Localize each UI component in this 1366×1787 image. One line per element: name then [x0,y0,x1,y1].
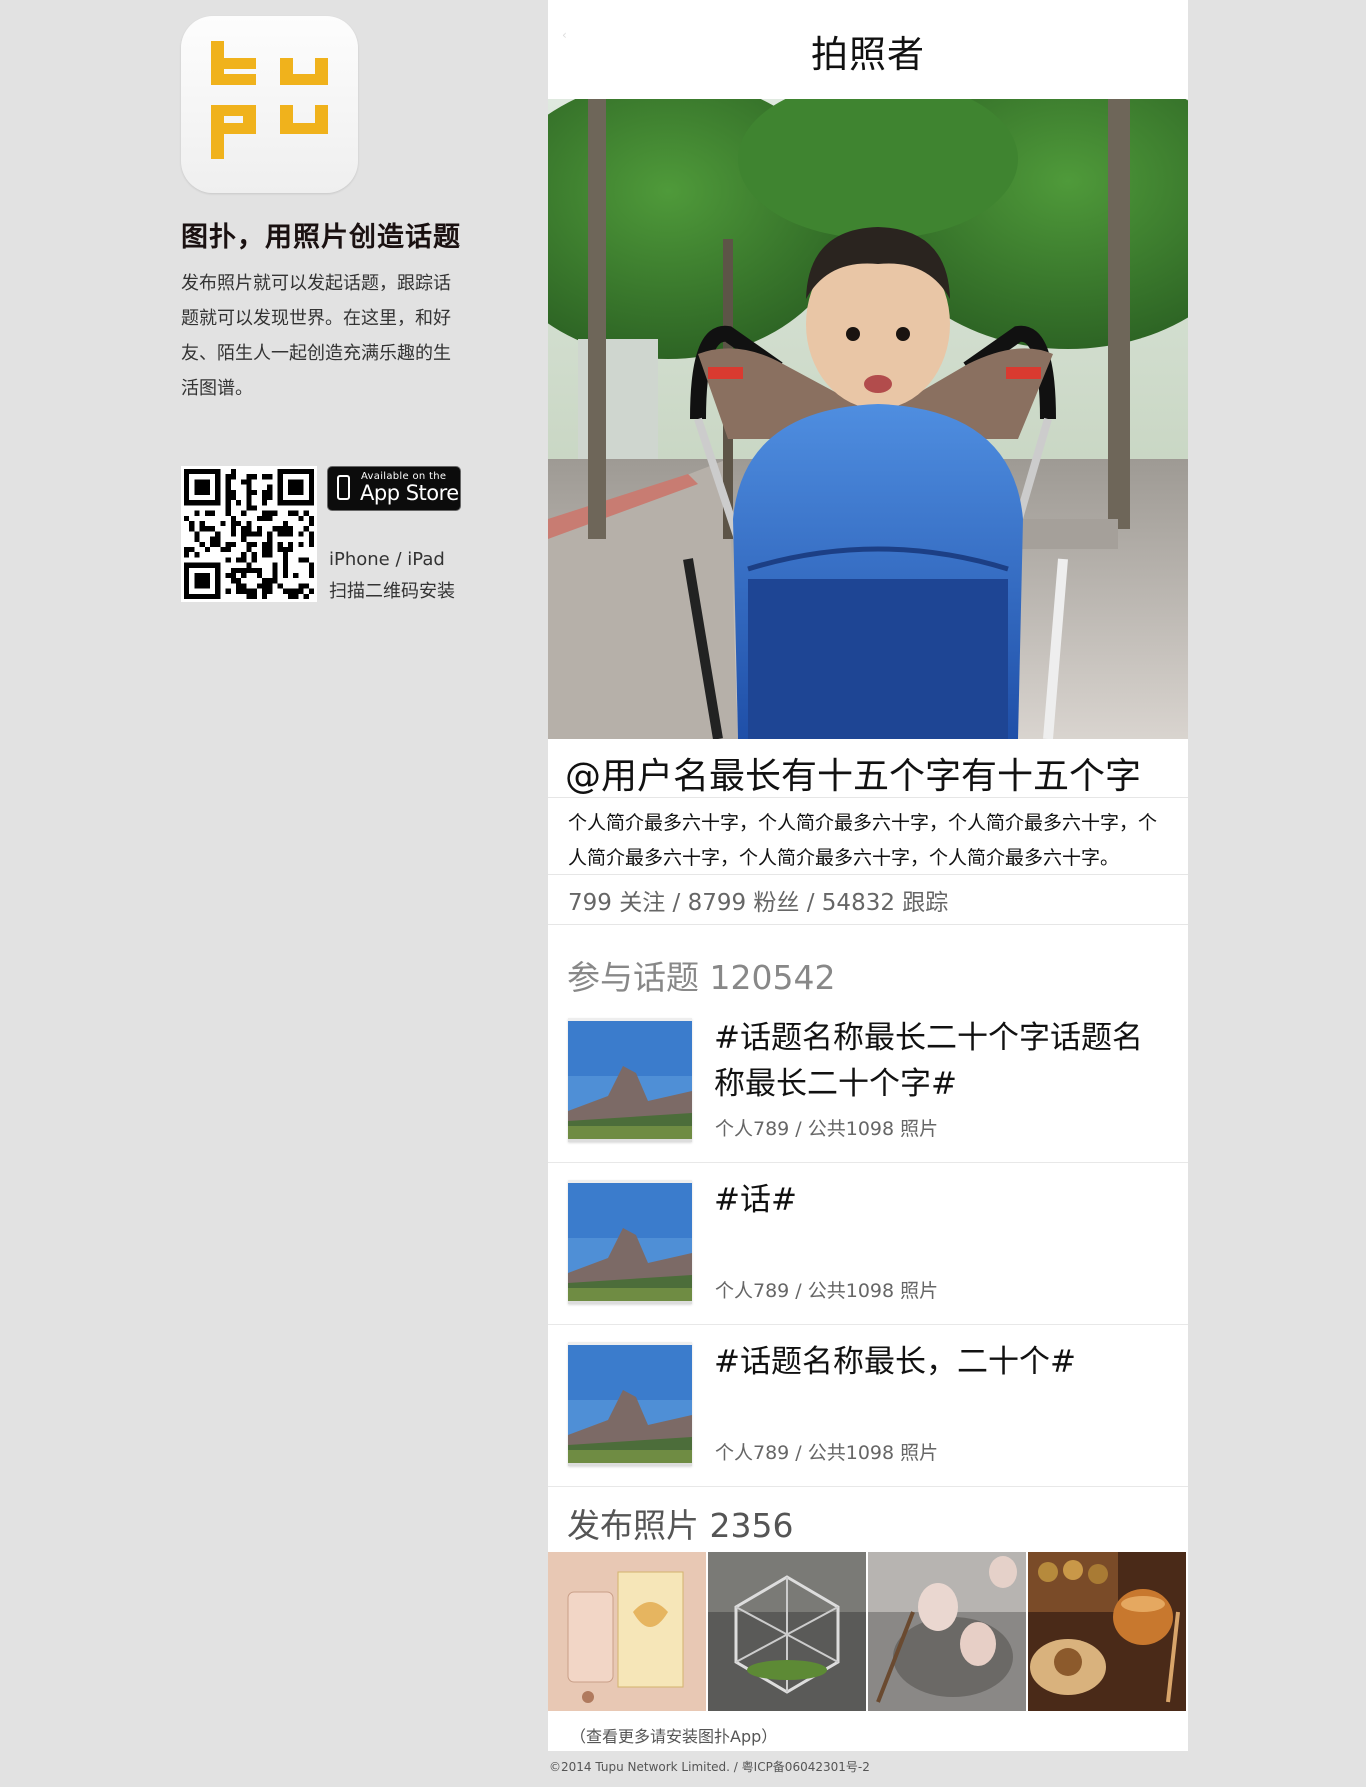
topic-thumbnail [568,1180,692,1304]
profile-username: @用户名最长有十五个字有十五个字 [548,739,1188,798]
photos-grid [548,1552,1188,1711]
topics-heading: 参与话题 120542 [567,958,836,997]
topic-photo-count: 个人789 / 公共1098 照片 [715,1280,939,1302]
promo-description: 发布照片就可以发起话题，跟踪话题就可以发现世界。在这里，和好友、陌生人一起创造充… [181,273,451,399]
tupu-logo[interactable] [181,16,358,193]
top-bar: ‹ 拍照者 [548,0,1188,99]
page-title: 拍照者 [811,33,925,76]
profile-stats[interactable]: 799 关注 / 8799 粉丝 / 54832 跟踪 [548,875,1188,925]
install-more-note[interactable]: （查看更多请安装图扑App） [548,1711,1188,1747]
photo-thumbnail-eggs[interactable] [868,1552,1026,1711]
topic-name: #话题名称最长，二十个# [714,1344,1076,1380]
photos-heading: 发布照片 2356 [567,1506,794,1545]
iphone-icon [337,475,350,500]
qr-code-graphic [184,469,314,599]
profile-cover-photo[interactable] [548,99,1188,739]
qr-code [181,466,317,602]
topic-thumbnail [568,1342,692,1466]
topic-item[interactable]: #话题名称最长，二十个# 个人789 / 公共1098 照片 [548,1325,1188,1487]
topic-thumbnail [568,1018,692,1142]
footer-copyright: ©2014 Tupu Network Limited. / 粤ICP备06042… [549,1760,870,1774]
tupu-logo-mark [211,41,328,159]
photo-thumbnail-perfume[interactable] [548,1552,706,1711]
download-area: Available on the App Store iPhone / iPad… [181,466,481,606]
app-store-button[interactable]: Available on the App Store [327,466,461,511]
topic-item[interactable]: #话题名称最长二十个字话题名称最长二十个字# 个人789 / 公共1098 照片 [548,1001,1188,1163]
install-info: iPhone / iPad 扫描二维码安装 [329,544,455,608]
promo-title: 图扑，用照片创造话题 [181,222,461,253]
topic-photo-count: 个人789 / 公共1098 照片 [715,1442,939,1464]
photo-thumbnail-terrarium[interactable] [708,1552,866,1711]
topic-item[interactable]: #话# 个人789 / 公共1098 照片 [548,1163,1188,1325]
appstore-big-label: App Store [360,481,459,505]
topic-name: #话# [714,1182,797,1218]
topic-name: #话题名称最长二十个字话题名称最长二十个字# [714,1020,1143,1102]
topic-photo-count: 个人789 / 公共1098 照片 [715,1118,939,1140]
promo-panel: 图扑，用照片创造话题 发布照片就可以发起话题，跟踪话题就可以发现世界。在这里，和… [181,16,481,606]
profile-bio: 个人简介最多六十字，个人简介最多六十字，个人简介最多六十字，个人简介最多六十字，… [548,798,1188,875]
scan-line: 扫描二维码安装 [329,581,455,602]
profile-panel: ‹ 拍照者 @用户名最长有十五个字有十五个字 个人简介最多六十字，个人简介最多六… [548,0,1188,1751]
device-line: iPhone / iPad [329,549,445,570]
photo-thumbnail-tea[interactable] [1028,1552,1186,1711]
